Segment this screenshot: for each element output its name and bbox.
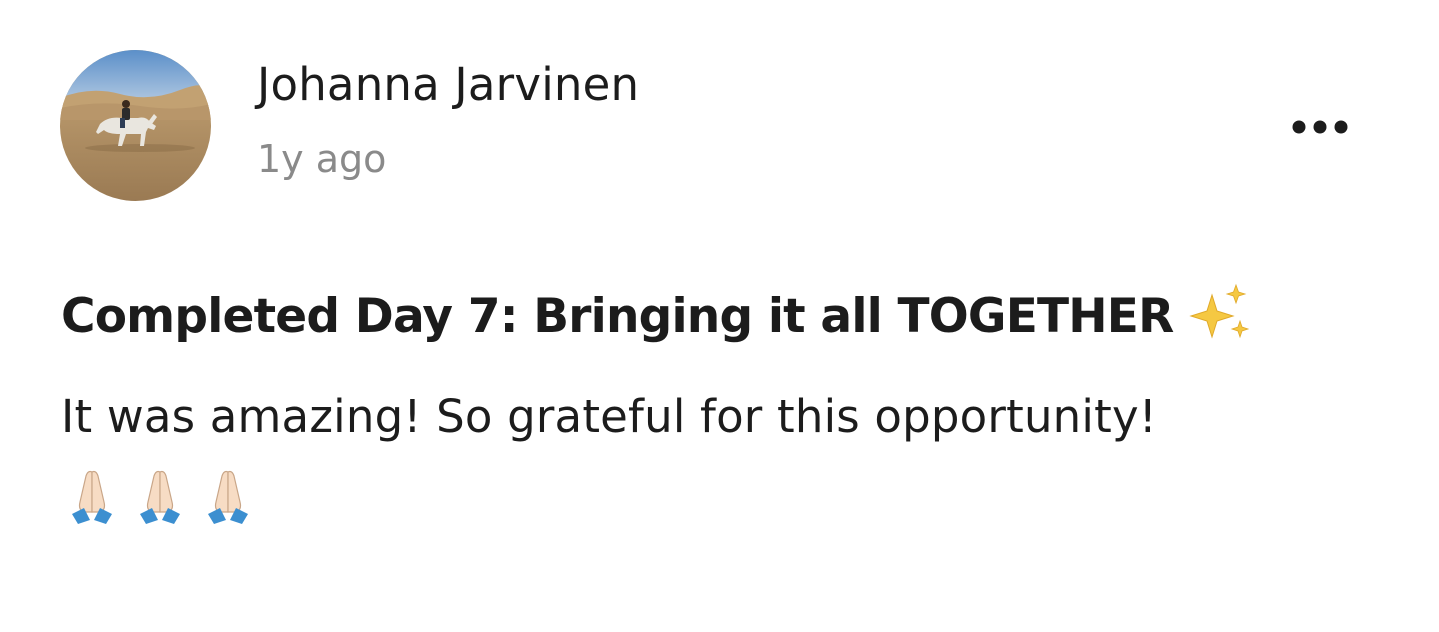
- folded-hands-icon: [72, 470, 112, 524]
- post-title-text: Completed Day 7: Bringing it all TOGETHE…: [61, 288, 1174, 344]
- post-title: Completed Day 7: Bringing it all TOGETHE…: [61, 281, 1252, 351]
- author-name[interactable]: Johanna Jarvinen: [257, 58, 639, 111]
- more-horizontal-icon: [1292, 120, 1348, 134]
- folded-hands-icon: [140, 470, 180, 524]
- post-card: Johanna Jarvinen 1y ago Completed Day 7:…: [0, 0, 1439, 632]
- avatar-image: [60, 50, 211, 201]
- folded-hands-icon: [208, 470, 248, 524]
- post-emoji-row: [66, 466, 254, 526]
- post-timestamp: 1y ago: [257, 137, 387, 181]
- sparkles-icon: [1188, 283, 1249, 339]
- author-avatar[interactable]: [60, 50, 211, 201]
- more-options-button[interactable]: [1282, 108, 1358, 146]
- post-body: It was amazing! So grateful for this opp…: [61, 390, 1158, 443]
